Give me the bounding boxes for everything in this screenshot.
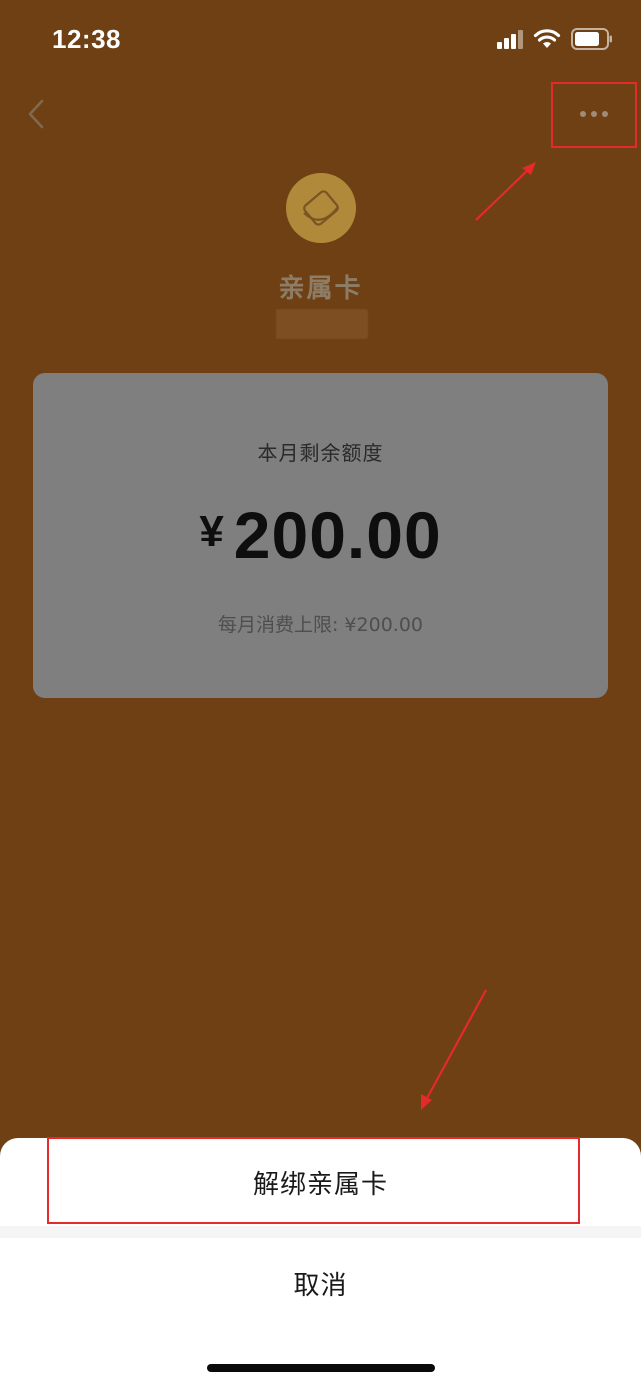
remaining-quota-label: 本月剩余额度 [257,441,384,465]
cancel-button[interactable]: 取消 [0,1238,641,1328]
family-card-logo-icon [286,173,356,247]
battery-icon [571,28,613,54]
owner-name-redacted [276,309,368,339]
more-options-button[interactable] [560,94,630,134]
back-button[interactable] [20,94,60,134]
sheet-divider [0,1226,641,1238]
wifi-icon [533,28,561,54]
amount-value: 200.00 [233,498,442,572]
card-title: 亲属卡 [278,274,363,304]
status-time: 12:38 [52,24,121,54]
chevron-left-icon [20,94,60,138]
status-bar: 12:38 [0,0,641,80]
card-logo [286,173,356,243]
home-indicator[interactable] [207,1364,435,1372]
signal-icon [497,29,523,53]
navigation-bar [0,80,641,150]
quota-card: 本月剩余额度 ¥200.00 每月消费上限: ¥200.00 [33,373,608,698]
more-horizontal-icon [560,94,630,138]
action-sheet: 解绑亲属卡 取消 [0,1138,641,1387]
currency-symbol: ¥ [199,507,224,556]
unbind-card-button[interactable]: 解绑亲属卡 [0,1138,641,1226]
monthly-limit-text: 每月消费上限: ¥200.00 [217,614,423,636]
remaining-quota-amount: ¥200.00 [33,497,608,573]
status-icons [497,28,613,54]
